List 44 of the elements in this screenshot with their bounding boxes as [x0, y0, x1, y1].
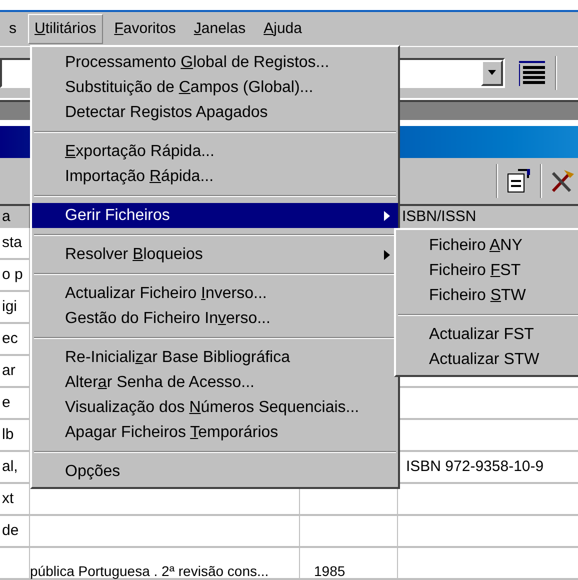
- table-cell-text: ISBN 972-9358-10-9: [405, 456, 544, 477]
- menu-item[interactable]: Gerir Ficheiros: [32, 203, 398, 228]
- table-cell-text: sta: [1, 232, 22, 253]
- tools-icon[interactable]: [550, 168, 574, 194]
- table-cell-text: lb: [1, 424, 14, 445]
- column-header: ISBN/ISSN: [401, 207, 476, 227]
- menu-item[interactable]: Alterar Senha de Acesso...: [32, 370, 398, 395]
- menu-item[interactable]: Detectar Registos Apagados: [32, 100, 398, 125]
- menu-item[interactable]: Resolver Bloqueios: [32, 242, 398, 267]
- menu-item[interactable]: Apagar Ficheiros Temporários: [32, 420, 398, 445]
- dropdown-button[interactable]: [481, 60, 503, 86]
- table-cell-text: ar: [1, 360, 16, 381]
- table-cell-text: al,: [1, 456, 18, 477]
- dropdown-arrow-icon: [488, 70, 496, 75]
- menu-item[interactable]: Actualizar FST: [396, 322, 578, 347]
- table-cell-text: o p: [1, 264, 23, 285]
- menu-title[interactable]: Utilitários: [28, 14, 104, 44]
- menu-item[interactable]: Substituição de Campos (Global)...: [32, 75, 398, 100]
- menu-item[interactable]: Processamento Global de Registos...: [32, 50, 398, 75]
- table-cell-text: de: [1, 520, 19, 541]
- menu-item[interactable]: Actualizar Ficheiro Inverso...: [32, 281, 398, 306]
- properties-icon[interactable]: [506, 168, 532, 194]
- menu-item[interactable]: Gestão do Ficheiro Inverso...: [32, 306, 398, 331]
- table-cell-text: e: [1, 392, 10, 413]
- table-cell: pública Portuguesa . 2ª revisão cons...: [30, 564, 269, 578]
- menu-title[interactable]: Favoritos: [107, 14, 183, 44]
- menu-title[interactable]: Ajuda: [256, 14, 309, 44]
- menu-item[interactable]: Visualização dos Números Sequenciais...: [32, 395, 398, 420]
- menu-item[interactable]: Exportação Rápida...: [32, 139, 398, 164]
- menu-item[interactable]: Opções: [32, 459, 398, 484]
- menu-title[interactable]: Janelas: [186, 14, 253, 44]
- menu-item[interactable]: Importação Rápida...: [32, 164, 398, 189]
- menu-item[interactable]: Ficheiro FST: [396, 258, 578, 283]
- table-cell-text: igi: [1, 296, 18, 317]
- menu-item[interactable]: Actualizar STW: [396, 347, 578, 372]
- menu-item[interactable]: Ficheiro STW: [396, 283, 578, 308]
- menu-item[interactable]: Ficheiro ANY: [396, 233, 578, 258]
- submenu-arrow-icon: [384, 210, 390, 220]
- menu-title[interactable]: s: [2, 14, 24, 44]
- submenu-arrow-icon: [384, 250, 390, 260]
- table-cell-text: ec: [1, 328, 18, 349]
- table-cell-text: xt: [1, 488, 14, 509]
- table-cell-text: 1985: [313, 564, 346, 578]
- menu-item[interactable]: Re-Inicializar Base Bibliográfica: [32, 345, 398, 370]
